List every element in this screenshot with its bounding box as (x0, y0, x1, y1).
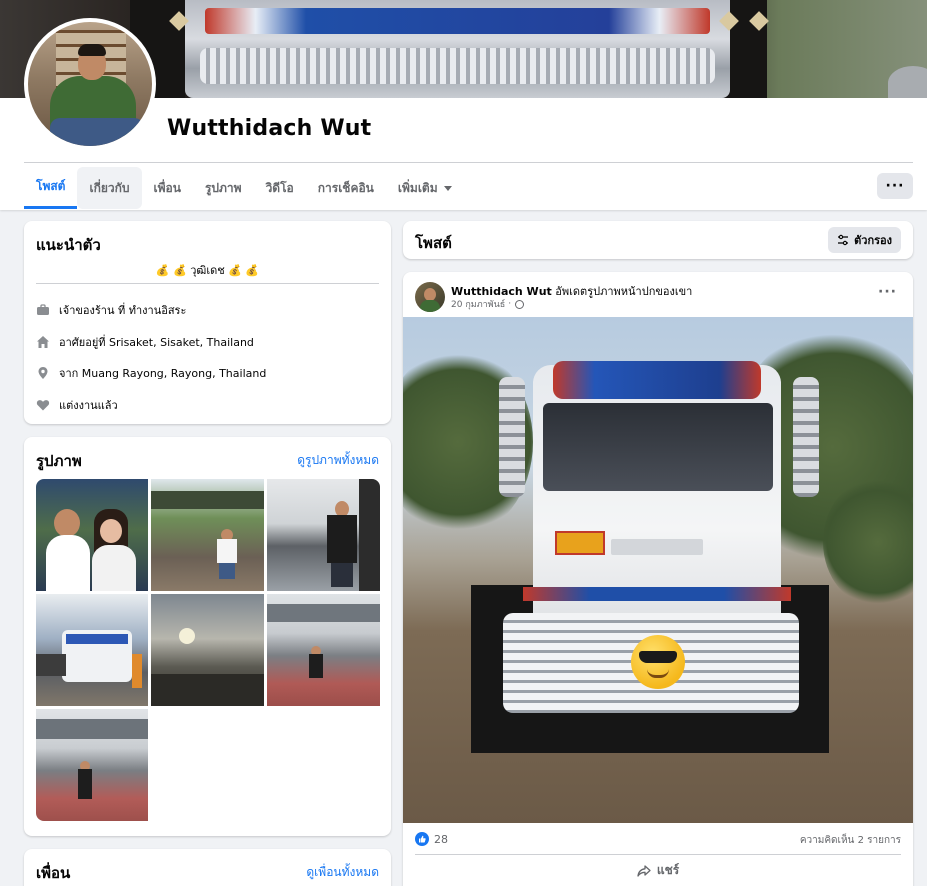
photo-thumbnail[interactable] (267, 479, 380, 591)
truck-mirror-right (793, 377, 819, 497)
intro-item-home-text: อาศัยอยู่ที่ Srisaket, Sisaket, Thailand (59, 336, 254, 349)
reactions-summary[interactable]: 28 (415, 832, 448, 846)
posts-title: โพสต์ (415, 234, 452, 252)
photo-thumbnail[interactable] (151, 594, 264, 706)
tab-photos[interactable]: รูปภาพ (193, 167, 254, 209)
tab-checkins[interactable]: การเช็คอิน (306, 167, 386, 209)
more-options-button[interactable]: ··· (877, 173, 913, 199)
share-label: แชร์ (656, 863, 680, 877)
post-card: Wutthidach Wut อัพเดตรูปภาพหน้าปกของเขา … (403, 272, 913, 886)
intro-item-relationship-text: แต่งงานแล้ว (59, 399, 118, 412)
header-divider (24, 162, 913, 163)
post-date[interactable]: 20 กุมภาพันธ์ (451, 297, 505, 311)
intro-item-home: อาศัยอยู่ที่ Srisaket, Sisaket, Thailand (36, 333, 254, 351)
comments-count[interactable]: ความคิดเห็น 2 รายการ (800, 833, 901, 848)
truck-windshield (543, 403, 773, 491)
intro-item-work: เจ้าของร้าน ที่ ทำงานอิสระ (36, 301, 186, 319)
tab-friends[interactable]: เพื่อน (142, 167, 193, 209)
filter-button[interactable]: ตัวกรอง (828, 227, 901, 253)
profile-tabs: โพสต์ เกี่ยวกับ เพื่อน รูปภาพ วิดีโอ การ… (24, 167, 464, 209)
chevron-down-icon (443, 185, 452, 191)
avatar-hair (78, 44, 106, 56)
cover-truck-stripe (205, 8, 710, 34)
profile-header: Wutthidach Wut โพสต์ เกี่ยวกับ เพื่อน รู… (0, 0, 927, 210)
post-actions-divider (415, 854, 901, 855)
intro-divider (36, 283, 379, 284)
see-all-friends-link[interactable]: ดูเพื่อนทั้งหมด (306, 863, 379, 882)
photo-thumbnail[interactable] (36, 709, 148, 821)
photo-thumbnail[interactable] (36, 479, 148, 591)
tab-about[interactable]: เกี่ยวกับ (77, 167, 142, 209)
filter-icon (838, 234, 849, 246)
photos-grid (36, 479, 380, 821)
intro-item-work-text: เจ้าของร้าน ที่ ทำงานอิสระ (59, 304, 187, 317)
tab-posts[interactable]: โพสต์ (24, 167, 78, 209)
profile-name: Wutthidach Wut (167, 116, 372, 141)
photos-title[interactable]: รูปภาพ (36, 449, 82, 473)
briefcase-icon (36, 303, 50, 317)
friends-card: เพื่อน ดูเพื่อนทั้งหมด (24, 849, 391, 886)
intro-title: แนะนำตัว (36, 236, 101, 254)
post-action: อัพเดตรูปภาพหน้าปกของเขา (555, 285, 693, 298)
like-icon (415, 832, 429, 846)
tab-videos[interactable]: วิดีโอ (254, 167, 306, 209)
post-menu-button[interactable]: ··· (878, 284, 897, 300)
friends-title[interactable]: เพื่อน (36, 861, 70, 885)
truck-logo (611, 539, 703, 555)
cover-rock (888, 66, 927, 98)
intro-item-from-text: จาก Muang Rayong, Rayong, Thailand (59, 367, 267, 380)
truck-stripe (523, 587, 791, 601)
heart-icon (36, 398, 50, 412)
intro-item-from: จาก Muang Rayong, Rayong, Thailand (36, 364, 266, 382)
post-author-avatar[interactable] (415, 282, 445, 312)
truck-top-panel (553, 361, 761, 399)
profile-avatar[interactable] (24, 18, 156, 150)
post-image[interactable] (403, 317, 913, 823)
photo-thumbnail[interactable] (36, 594, 148, 706)
see-all-photos-link[interactable]: ดูรูปภาพทั้งหมด (297, 451, 379, 470)
cover-truck-grill (200, 48, 715, 84)
share-icon (637, 864, 651, 877)
intro-card: แนะนำตัว 💰 💰 วุฒิเดช 💰 💰 เจ้าของร้าน ที่… (24, 221, 391, 424)
photo-thumbnail[interactable] (151, 479, 264, 591)
location-pin-icon (36, 366, 50, 380)
sunglasses-emoji-icon (631, 635, 685, 689)
globe-icon (515, 299, 525, 309)
tab-more-label: เพิ่มเติม (397, 180, 438, 195)
truck-sticker (555, 531, 605, 555)
avatar-jeans (50, 118, 144, 146)
intro-bio: 💰 💰 วุฒิเดช 💰 💰 (155, 264, 260, 277)
truck-mirror-left (499, 377, 525, 497)
intro-item-relationship: แต่งงานแล้ว (36, 396, 118, 414)
home-icon (36, 335, 50, 349)
filter-label: ตัวกรอง (854, 234, 892, 247)
photo-thumbnail[interactable] (267, 594, 380, 706)
tab-more[interactable]: เพิ่มเติม (386, 167, 464, 209)
photos-card: รูปภาพ ดูรูปภาพทั้งหมด (24, 437, 391, 836)
post-meta: 20 กุมภาพันธ์ · (451, 297, 525, 311)
likes-count: 28 (434, 832, 448, 846)
share-button[interactable]: แชร์ (403, 861, 913, 880)
posts-header-card: โพสต์ ตัวกรอง (403, 221, 913, 259)
